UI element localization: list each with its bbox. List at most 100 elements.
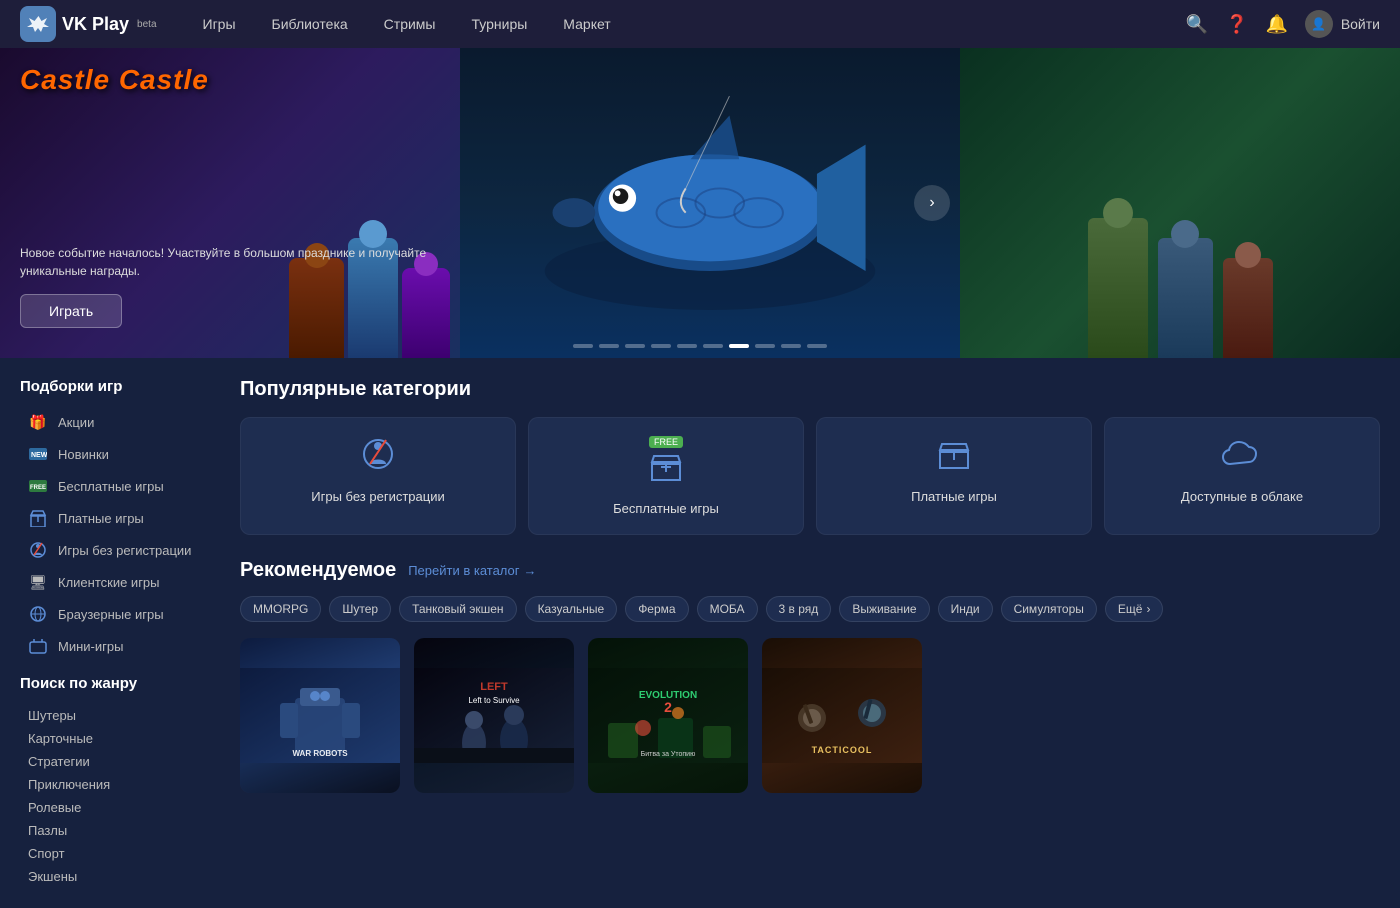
chevron-right-icon: › bbox=[1146, 602, 1150, 616]
sidebar-item-label: Клиентские игры bbox=[58, 575, 160, 590]
tag-match3[interactable]: 3 в ряд bbox=[766, 596, 832, 622]
category-no-reg[interactable]: Игры без регистрации bbox=[240, 417, 516, 535]
hero-dot-2[interactable] bbox=[599, 344, 619, 348]
notifications-icon[interactable]: 🔔 bbox=[1265, 12, 1289, 36]
tag-farm[interactable]: Ферма bbox=[625, 596, 688, 622]
tag-more[interactable]: Ещё › bbox=[1105, 596, 1164, 622]
game-card-tacticool[interactable]: TACTICOOL Tacticool Экшен bbox=[762, 638, 922, 793]
nav-streams[interactable]: Стримы bbox=[368, 10, 452, 38]
tag-shooter[interactable]: Шутер bbox=[329, 596, 391, 622]
game-thumbnail-left-survive: LEFT Left to Survive bbox=[414, 638, 574, 793]
svg-text:WAR ROBOTS: WAR ROBOTS bbox=[292, 749, 348, 758]
genre-adventure[interactable]: Приключения bbox=[20, 773, 220, 796]
svg-text:NEW: NEW bbox=[31, 452, 47, 459]
categories-grid: Игры без регистрации FREE Бесплатные игр… bbox=[240, 417, 1380, 535]
genre-puzzle[interactable]: Пазлы bbox=[20, 819, 220, 842]
login-button[interactable]: 👤 Войти bbox=[1305, 10, 1380, 38]
hero-play-button[interactable]: Играть bbox=[20, 294, 122, 328]
no-reg-icon bbox=[360, 436, 396, 479]
hero-description: Новое событие началось! Участвуйте в бол… bbox=[20, 244, 440, 280]
svg-text:Left to Survive: Left to Survive bbox=[468, 696, 520, 705]
genre-sport[interactable]: Спорт bbox=[20, 842, 220, 865]
hero-dot-4[interactable] bbox=[651, 344, 671, 348]
hero-dot-8[interactable] bbox=[755, 344, 775, 348]
help-icon[interactable]: ❓ bbox=[1225, 12, 1249, 36]
tag-tank[interactable]: Танковый экшен bbox=[399, 596, 517, 622]
genre-card[interactable]: Карточные bbox=[20, 727, 220, 750]
tag-casual[interactable]: Казуальные bbox=[525, 596, 618, 622]
hero-slide-center[interactable] bbox=[460, 48, 960, 358]
sidebar-item-free[interactable]: FREE Бесплатные игры bbox=[20, 471, 220, 501]
free-badge: FREE bbox=[649, 436, 683, 448]
nav-market[interactable]: Маркет bbox=[547, 10, 626, 38]
sidebar-item-paid[interactable]: Платные игры bbox=[20, 503, 220, 533]
game-thumbnail-war-robots: WAR ROBOTS bbox=[240, 638, 400, 793]
category-free[interactable]: FREE Бесплатные игры bbox=[528, 417, 804, 535]
genre-strategy[interactable]: Стратегии bbox=[20, 750, 220, 773]
hero-dot-10[interactable] bbox=[807, 344, 827, 348]
main-content: Подборки игр 🎁 Акции NEW Новинки FREE Б bbox=[0, 358, 1400, 908]
category-name: Бесплатные игры bbox=[613, 501, 719, 516]
hero-dot-6[interactable] bbox=[703, 344, 723, 348]
category-paid[interactable]: Платные игры bbox=[816, 417, 1092, 535]
mini-icon bbox=[28, 636, 48, 656]
genre-action[interactable]: Экшены bbox=[20, 865, 220, 888]
genre-rpg[interactable]: Ролевые bbox=[20, 796, 220, 819]
sidebar-item-label: Мини-игры bbox=[58, 639, 123, 654]
sidebar-item-mini[interactable]: Мини-игры bbox=[20, 631, 220, 661]
hero-content-left: Новое событие началось! Участвуйте в бол… bbox=[20, 244, 440, 328]
recommended-title: Рекомендуемое bbox=[240, 559, 396, 582]
games-grid: WAR ROBOTS War Robots Шутер bbox=[240, 638, 1380, 793]
hero-dot-3[interactable] bbox=[625, 344, 645, 348]
nav-games[interactable]: Игры bbox=[187, 10, 252, 38]
hero-banner: Castle Castle Новое событие началось! Уч… bbox=[0, 48, 1400, 358]
tag-moba[interactable]: МОБА bbox=[697, 596, 758, 622]
right-panel: Популярные категории Игры без регистраци… bbox=[240, 378, 1400, 888]
tag-indie[interactable]: Инди bbox=[938, 596, 993, 622]
tag-survival[interactable]: Выживание bbox=[839, 596, 929, 622]
hero-dot-7[interactable] bbox=[729, 344, 749, 348]
free-games-icon bbox=[648, 448, 684, 491]
hero-slide-right[interactable] bbox=[960, 48, 1400, 358]
catalog-link[interactable]: Перейти в каталог → bbox=[408, 563, 536, 578]
nav-library[interactable]: Библиотека bbox=[256, 10, 364, 38]
sidebar-item-new[interactable]: NEW Новинки bbox=[20, 439, 220, 469]
logo[interactable]: VK Playbeta bbox=[20, 6, 157, 42]
hero-dot-5[interactable] bbox=[677, 344, 697, 348]
header-actions: 🔍 ❓ 🔔 👤 Войти bbox=[1185, 10, 1380, 38]
tag-mmorpg[interactable]: MMORPG bbox=[240, 596, 321, 622]
game-card-war-robots[interactable]: WAR ROBOTS War Robots Шутер bbox=[240, 638, 400, 793]
genre-shooters[interactable]: Шутеры bbox=[20, 704, 220, 727]
paid-games-icon bbox=[936, 436, 972, 479]
free-icon: FREE bbox=[28, 476, 48, 496]
hero-pagination-dots bbox=[573, 344, 827, 348]
sidebar-item-label: Бесплатные игры bbox=[58, 479, 164, 494]
header: VK Playbeta Игры Библиотека Стримы Турни… bbox=[0, 0, 1400, 48]
categories-title: Популярные категории bbox=[240, 378, 1380, 401]
browser-icon bbox=[28, 604, 48, 624]
tag-simulators[interactable]: Симуляторы bbox=[1001, 596, 1097, 622]
search-icon[interactable]: 🔍 bbox=[1185, 12, 1209, 36]
vk-logo-icon bbox=[20, 6, 56, 42]
hero-dot-1[interactable] bbox=[573, 344, 593, 348]
recommended-header: Рекомендуемое Перейти в каталог → bbox=[240, 559, 1380, 582]
game-card-left-survive[interactable]: LEFT Left to Survive Left to Survive Шут… bbox=[414, 638, 574, 793]
game-card-evo2[interactable]: EVOLUTION 2 Битва за Утопию Эволюция 2: … bbox=[588, 638, 748, 793]
svg-text:FREE: FREE bbox=[30, 485, 46, 491]
noreg-icon bbox=[28, 540, 48, 560]
hero-slide-left[interactable]: Castle Castle Новое событие началось! Уч… bbox=[0, 48, 460, 358]
new-icon: NEW bbox=[28, 444, 48, 464]
nav-tournaments[interactable]: Турниры bbox=[456, 10, 544, 38]
sidebar-item-browser[interactable]: Браузерные игры bbox=[20, 599, 220, 629]
sidebar-item-client[interactable]: 🖥 Клиентские игры bbox=[20, 567, 220, 597]
login-label: Войти bbox=[1341, 16, 1380, 32]
cloud-icon bbox=[1222, 436, 1262, 479]
sidebar-item-sales[interactable]: 🎁 Акции bbox=[20, 407, 220, 437]
category-cloud[interactable]: Доступные в облаке bbox=[1104, 417, 1380, 535]
category-name: Платные игры bbox=[911, 489, 997, 504]
hero-dot-9[interactable] bbox=[781, 344, 801, 348]
hero-next-arrow[interactable]: › bbox=[914, 185, 950, 221]
sidebar-item-label: Браузерные игры bbox=[58, 607, 164, 622]
hero-game-title-left: Castle Castle bbox=[20, 64, 209, 95]
sidebar-item-noreg[interactable]: Игры без регистрации bbox=[20, 535, 220, 565]
